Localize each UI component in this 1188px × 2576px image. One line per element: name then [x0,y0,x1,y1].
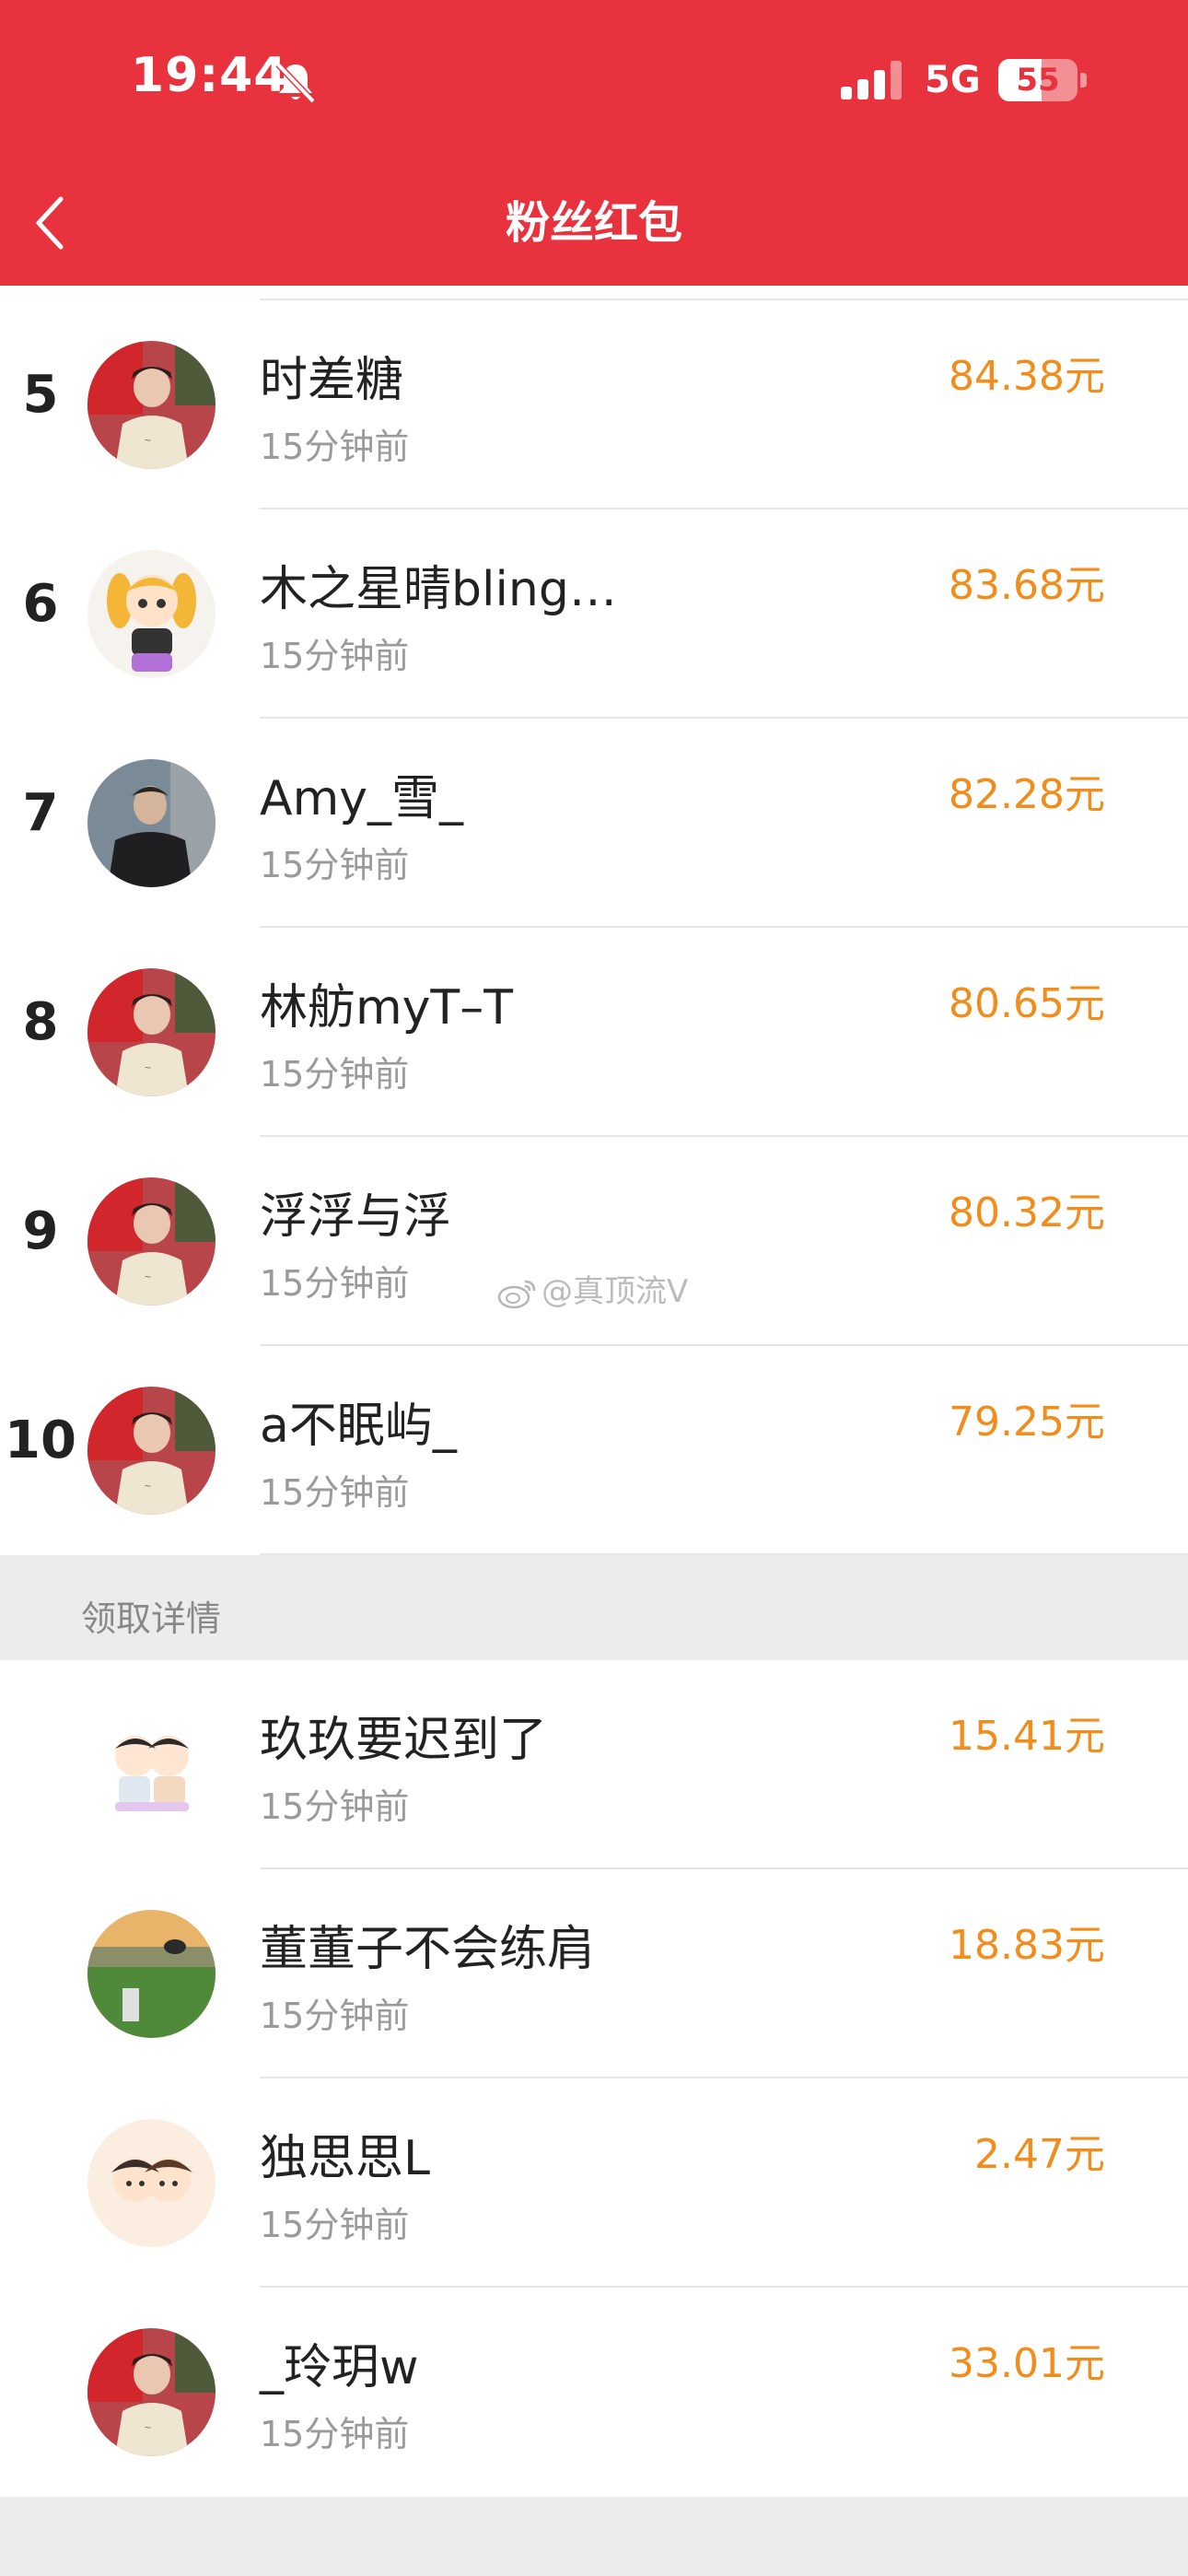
amount: 18.83元 [949,1922,1105,1969]
battery-icon: 55 [998,59,1087,103]
details-list: 玖玖要迟到了 15分钟前 15.41元董董子不会练肩 15分钟前 18.83元独思思L 1… [0,1660,1188,2497]
svg-text:~: ~ [145,434,151,447]
user-name[interactable]: 木之星晴bling… [260,550,617,619]
avatar[interactable]: ~ [87,968,215,1096]
claim-time: 15分钟前 [260,1263,410,1304]
claim-time: 15分钟前 [260,2205,410,2245]
claim-time: 15分钟前 [260,1786,410,1827]
amount: 33.01元 [949,2340,1105,2387]
page-title: 粉丝红包 [505,197,682,249]
list-item[interactable]: 9 ~ 浮浮与浮 15分钟前 80.32元 [0,1137,1188,1346]
user-name[interactable]: 独思思L [260,2119,430,2188]
rank-number: 6 [22,574,59,634]
amount: 15.41元 [949,1713,1105,1760]
svg-text:~: ~ [145,1061,151,1074]
claim-time: 15分钟前 [260,427,410,467]
amount: 80.65元 [949,980,1105,1027]
user-name[interactable]: a不眠屿_ [260,1387,457,1456]
list-item[interactable]: 独思思L 15分钟前 2.47元 [0,2078,1188,2288]
user-name[interactable]: 董董子不会练肩 [260,1910,595,1979]
status-bar: 19:44 5G 55 [0,0,1188,166]
user-name[interactable]: 林舫myT–T [260,968,513,1037]
avatar[interactable]: ~ [87,2328,215,2456]
battery-level: 55 [1016,62,1060,99]
amount: 82.28元 [949,771,1105,818]
rank-number: 8 [22,992,59,1052]
avatar[interactable] [87,550,215,678]
avatar[interactable]: ~ [87,1387,215,1515]
user-name[interactable]: 浮浮与浮 [260,1177,451,1247]
weibo-logo-icon [497,1280,536,1308]
avatar[interactable] [87,1910,215,2038]
avatar[interactable] [87,759,215,887]
avatar[interactable] [87,1701,215,1829]
svg-text:~: ~ [145,2421,151,2434]
user-name[interactable]: _玲玥w [260,2328,419,2397]
amount: 2.47元 [974,2131,1105,2178]
section-label: 领取详情 [81,1598,222,1639]
list-item[interactable]: 8 ~ 林舫myT–T 15分钟前 80.65元 [0,928,1188,1137]
watermark: @真顶流V [497,1266,688,1311]
details-section-header: 领取详情 [0,1557,1188,1660]
list-item[interactable]: 6 木之星晴bling… 15分钟前 83.68元 [0,509,1188,719]
cellular-signal-icon [841,61,902,100]
user-name[interactable]: 时差糖 [260,341,403,410]
status-time: 19:44 [131,48,288,103]
list-item[interactable]: 董董子不会练肩 15分钟前 18.83元 [0,1869,1188,2078]
ranking-list: 5 ~ 时差糖 15分钟前 84.38元 6 木之星晴bling… 15分钟前 83.68元 7 A… [0,286,1188,1555]
list-top-sliver [0,286,1188,300]
claim-time: 15分钟前 [260,1054,410,1095]
app-header: 19:44 5G 55 粉丝红包 [0,0,1188,286]
avatar[interactable] [87,2119,215,2247]
list-item[interactable]: 10 ~ a不眠屿_ 15分钟前 79.25元 [0,1346,1188,1555]
amount: 84.38元 [949,353,1105,400]
claim-time: 15分钟前 [260,1996,410,2036]
watermark-text: @真顶流V [542,1273,689,1310]
list-item[interactable]: 玖玖要迟到了 15分钟前 15.41元 [0,1660,1188,1869]
rank-number: 7 [22,783,59,843]
avatar[interactable]: ~ [87,341,215,469]
bell-muted-icon [275,62,316,104]
divider [260,1553,1188,1555]
rank-number: 10 [5,1411,76,1470]
list-item[interactable]: 7 Amy_雪_ 15分钟前 82.28元 [0,719,1188,928]
claim-time: 15分钟前 [260,636,410,676]
amount: 80.32元 [949,1189,1105,1236]
amount: 83.68元 [949,562,1105,609]
svg-text:~: ~ [145,1480,151,1493]
claim-time: 15分钟前 [260,845,410,885]
claim-time: 15分钟前 [260,1472,410,1513]
avatar[interactable]: ~ [87,1177,215,1306]
rank-number: 5 [22,365,59,425]
claim-time: 15分钟前 [260,2414,410,2454]
svg-text:~: ~ [145,1270,151,1283]
network-type: 5G [925,59,981,101]
list-item[interactable]: ~ _玲玥w 15分钟前 33.01元 [0,2288,1188,2497]
list-item[interactable]: 5 ~ 时差糖 15分钟前 84.38元 [0,300,1188,509]
user-name[interactable]: Amy_雪_ [260,759,463,828]
amount: 79.25元 [949,1399,1105,1446]
rank-number: 9 [22,1201,59,1261]
user-name[interactable]: 玖玖要迟到了 [260,1701,547,1770]
